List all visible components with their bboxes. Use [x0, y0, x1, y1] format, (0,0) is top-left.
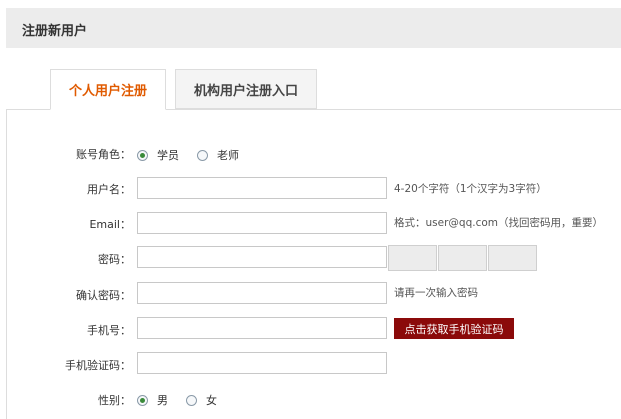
phone-input[interactable] [137, 317, 387, 339]
password-label: 密码： [98, 253, 131, 266]
strength-strong-segment [488, 245, 537, 271]
email-hint: 格式：user@qq.com（找回密码用，重要） [394, 217, 603, 229]
role-option-student: 学员 [157, 149, 179, 162]
gender-radio-female[interactable] [186, 394, 197, 406]
tab-organization-registration[interactable]: 机构用户注册入口 [175, 69, 317, 109]
sms-code-label: 手机验证码： [65, 359, 131, 372]
gender-radio-male[interactable] [137, 394, 148, 406]
role-radio-student[interactable] [137, 149, 148, 161]
page-header: 注册新用户 [6, 8, 621, 48]
role-option-teacher: 老师 [217, 149, 239, 162]
page-title: 注册新用户 [22, 24, 88, 39]
password-input[interactable] [137, 246, 387, 268]
strength-weak-segment [388, 245, 437, 271]
role-radio-group: 学员 老师 [137, 147, 257, 163]
strength-medium-segment [438, 245, 487, 271]
form-border [6, 110, 7, 419]
confirm-password-input[interactable] [137, 282, 387, 304]
tab-personal-registration[interactable]: 个人用户注册 [50, 69, 166, 110]
confirm-password-hint: 请再一次输入密码 [394, 287, 478, 299]
radio-selected-dot [140, 152, 145, 158]
gender-option-male: 男 [157, 394, 168, 407]
username-hint: 4-20个字符（1个汉字为3字符） [394, 183, 547, 195]
confirm-password-label: 确认密码： [76, 289, 131, 302]
get-sms-code-button[interactable]: 点击获取手机验证码 [394, 318, 514, 339]
radio-selected-dot [140, 397, 145, 403]
password-strength-meter [388, 245, 537, 271]
sms-code-input[interactable] [137, 352, 387, 374]
gender-option-female: 女 [206, 394, 217, 407]
gender-label: 性别： [98, 394, 131, 407]
role-label: 账号角色： [76, 148, 131, 161]
gender-radio-group: 男 女 [137, 392, 235, 408]
username-input[interactable] [137, 177, 387, 199]
email-label: Email： [89, 218, 131, 231]
email-input[interactable] [137, 212, 387, 234]
username-label: 用户名： [87, 183, 131, 196]
phone-label: 手机号： [87, 324, 131, 337]
role-radio-teacher[interactable] [197, 149, 208, 161]
